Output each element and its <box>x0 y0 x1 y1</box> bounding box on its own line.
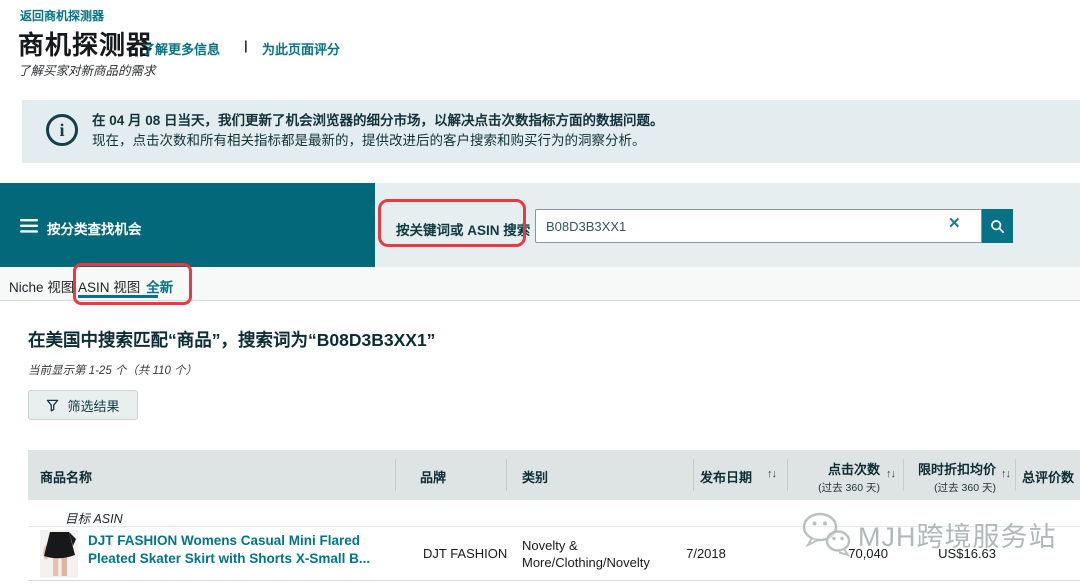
page-title: 商机探测器 <box>18 30 154 60</box>
table-header: 商品名称 品牌 类别 发布日期 ↑↓ 点击次数 (过去 360 天) ↑↓ 限时… <box>28 450 1080 500</box>
sort-icon-price[interactable]: ↑↓ <box>1001 468 1011 480</box>
results-heading: 在美国中搜索匹配“商品”，搜索词为“B08D3B3XX1” <box>28 330 436 350</box>
page-subtitle: 了解买家对新商品的需求 <box>18 64 156 78</box>
col-clicks-label: 点击次数 <box>827 462 880 477</box>
column-separator <box>1015 459 1016 491</box>
col-clicks-sub: (过去 360 天) <box>818 482 880 494</box>
col-total-reviews: 总评价数 <box>1022 470 1075 485</box>
results-count: 当前显示第 1-25 个（共 110 个） <box>28 365 198 377</box>
tab-asin-view[interactable]: ASIN 视图 全新 <box>78 276 173 296</box>
col-price-sub: (过去 360 天) <box>934 482 996 494</box>
nav-band: 按分类查找机会 按关键词或 ASIN 搜索 ✕ <box>0 183 1080 267</box>
tab-niche-view[interactable]: Niche 视图 <box>9 276 74 296</box>
hamburger-menu-icon[interactable] <box>20 219 38 238</box>
col-brand: 品牌 <box>420 470 447 485</box>
search-icon <box>990 219 1005 234</box>
product-name-link[interactable]: DJT FASHION Womens Casual Mini Flared Pl… <box>88 532 410 568</box>
col-product-name: 商品名称 <box>40 470 93 485</box>
product-launch-date: 7/2018 <box>686 546 726 561</box>
active-tab-underline <box>78 295 158 298</box>
info-icon-glyph: i <box>59 120 65 140</box>
filter-icon <box>46 399 59 412</box>
product-thumbnail[interactable] <box>40 530 78 578</box>
product-avg-deal-price: US$16.63 <box>938 546 996 561</box>
banner-text: 在 04 月 08 日当天，我们更新了机会浏览器的细分市场，以解决点击次数指标方… <box>92 111 664 151</box>
product-brand: DJT FASHION <box>423 546 508 561</box>
column-separator <box>693 459 694 491</box>
col-clicks[interactable]: 点击次数 (过去 360 天) <box>788 459 880 495</box>
sort-icon-clicks[interactable]: ↑↓ <box>886 468 896 480</box>
filter-results-button[interactable]: 筛选结果 <box>28 390 138 420</box>
rate-page-link[interactable]: 为此页面评分 <box>262 39 340 58</box>
search-button[interactable] <box>982 209 1013 243</box>
info-icon: i <box>46 114 78 146</box>
search-by-keyword-label: 按关键词或 ASIN 搜索 <box>396 223 531 238</box>
tab-asin-new-badge: 全新 <box>146 280 174 295</box>
link-divider: | <box>244 38 248 53</box>
update-banner: i 在 04 月 08 日当天，我们更新了机会浏览器的细分市场，以解决点击次数指… <box>22 100 1080 163</box>
clear-search-icon[interactable]: ✕ <box>948 216 961 231</box>
column-separator <box>395 459 396 491</box>
tab-asin-label: ASIN 视图 <box>78 280 141 295</box>
col-launch-date[interactable]: 发布日期 <box>700 467 752 486</box>
product-clicks: 70,040 <box>848 546 888 561</box>
banner-line-2: 现在，点击次数和所有相关指标都是最新的，提供改进后的客户搜索和购买行为的洞察分析… <box>92 133 646 148</box>
col-price-label: 限时折扣均价 <box>917 462 996 477</box>
browse-by-category-label[interactable]: 按分类查找机会 <box>47 218 142 238</box>
back-link[interactable]: 返回商机探测器 <box>20 7 104 24</box>
banner-line-1: 在 04 月 08 日当天，我们更新了机会浏览器的细分市场，以解决点击次数指标方… <box>92 113 664 128</box>
filter-label: 筛选结果 <box>67 398 120 414</box>
opportunity-explorer-page: 返回商机探测器 商机探测器 了解更多信息 | 为此页面评分 了解买家对新商品的需… <box>0 0 1080 586</box>
search-input[interactable] <box>535 209 982 243</box>
table-row: DJT FASHION Womens Casual Mini Flared Pl… <box>28 527 1080 581</box>
view-tabs: Niche 视图 ASIN 视图 全新 <box>0 263 1080 305</box>
target-asin-label: 目标 ASIN <box>65 512 123 526</box>
col-category: 类别 <box>522 470 549 485</box>
learn-more-link[interactable]: 了解更多信息 <box>142 39 220 58</box>
group-row-target-asin: 目标 ASIN <box>28 500 1080 527</box>
sort-icon-launch-date[interactable]: ↑↓ <box>767 468 777 480</box>
column-separator <box>506 459 507 491</box>
column-separator <box>903 459 904 491</box>
col-avg-deal-price[interactable]: 限时折扣均价 (过去 360 天) <box>906 459 996 495</box>
